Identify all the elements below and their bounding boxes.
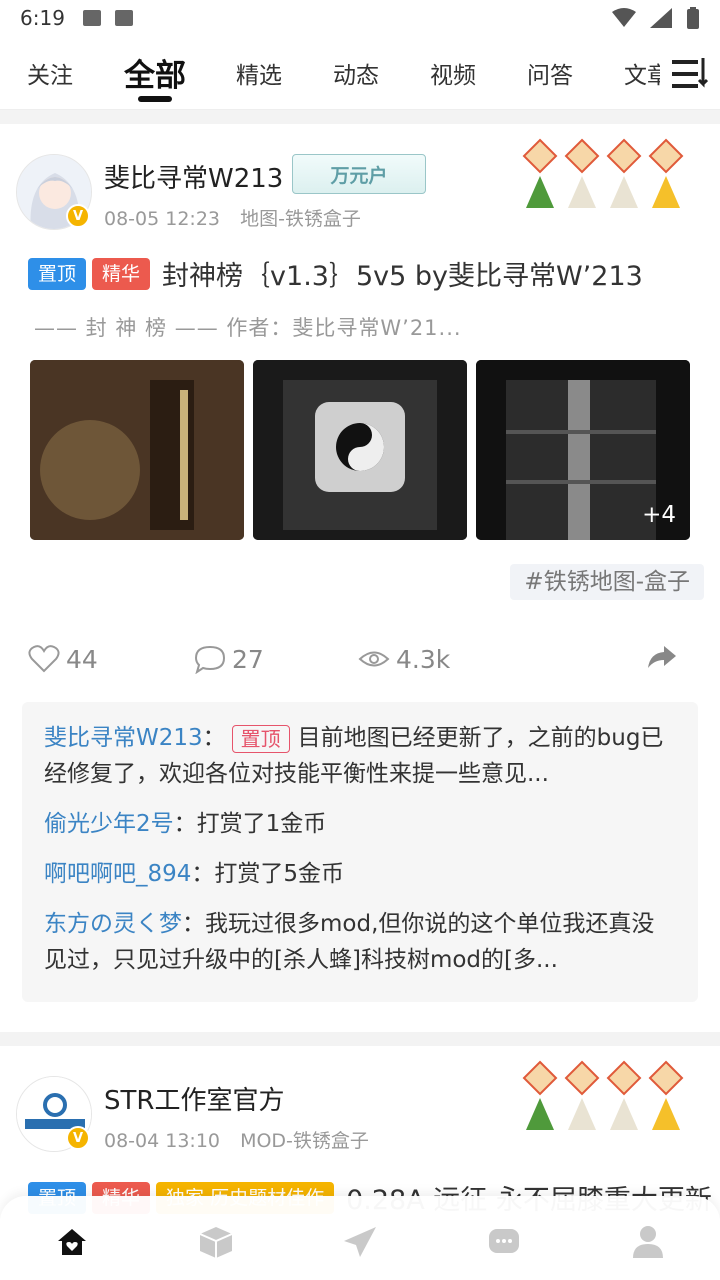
tab-all[interactable]: 全部 bbox=[124, 50, 186, 95]
rank-badge: 万元户 bbox=[292, 154, 426, 194]
comment-item[interactable]: 斐比寻常W213： 置顶 目前地图已经更新了，之前的bug已经修复了，欢迎各位对技能… bbox=[44, 720, 676, 792]
nav-profile[interactable] bbox=[628, 1222, 668, 1262]
post-title[interactable]: 封神榜｛v1.3｝5v5 by斐比寻常W’213 bbox=[162, 254, 643, 293]
pinned-tag: 置顶 bbox=[28, 257, 87, 290]
post-meta: 08-05 12:23 地图-铁锈盒子 bbox=[104, 204, 361, 231]
more-images-count: +4 bbox=[642, 502, 676, 528]
eye-icon bbox=[358, 651, 390, 667]
comment-preview-box[interactable]: 斐比寻常W213： 置顶 目前地图已经更新了，之前的bug已经修复了，欢迎各位对技能… bbox=[22, 702, 698, 1002]
menu-icon bbox=[672, 58, 708, 88]
bottom-navigation bbox=[0, 1196, 720, 1280]
heart-icon bbox=[28, 645, 60, 673]
nav-send[interactable] bbox=[340, 1222, 380, 1262]
post-board[interactable]: 地图-铁锈盒子 bbox=[240, 208, 361, 230]
festival-decoration bbox=[522, 1060, 684, 1130]
post-title-row[interactable]: 置顶 精华 封神榜｛v1.3｝5v5 by斐比寻常W’213 bbox=[28, 254, 643, 293]
tab-follow[interactable]: 关注 bbox=[27, 56, 73, 90]
comment-item[interactable]: 东方の灵く梦：我玩过很多mod,但你说的这个单位我还真没见过，只见过升级中的[杀… bbox=[44, 906, 676, 978]
share-button[interactable] bbox=[646, 644, 684, 674]
nav-messages[interactable] bbox=[484, 1222, 524, 1262]
send-icon bbox=[344, 1227, 376, 1257]
post-image-3[interactable]: +4 bbox=[476, 360, 690, 540]
tab-dynamic[interactable]: 动态 bbox=[333, 56, 379, 90]
post-stats: 44 27 4.3k bbox=[0, 644, 720, 688]
commenter-name[interactable]: 东方の灵く梦 bbox=[44, 911, 182, 937]
share-icon bbox=[648, 646, 676, 668]
user-icon bbox=[633, 1226, 663, 1258]
topic-tag[interactable]: #铁锈地图-盒子 bbox=[510, 564, 704, 600]
comment-item[interactable]: 偷光少年2号：打赏了1金币 bbox=[44, 806, 676, 842]
wifi-icon bbox=[612, 8, 636, 27]
tab-featured[interactable]: 精选 bbox=[236, 56, 282, 90]
comment-item[interactable]: 啊吧啊吧_894：打赏了5金币 bbox=[44, 856, 676, 892]
post-date: 08-04 13:10 bbox=[104, 1130, 221, 1152]
pinned-comment-badge: 置顶 bbox=[231, 724, 290, 753]
post-summary[interactable]: —— 封 神 榜 —— 作者：斐比寻常W’21... bbox=[34, 312, 462, 342]
status-time: 6:19 bbox=[20, 6, 65, 30]
commenter-name[interactable]: 斐比寻常W213 bbox=[44, 725, 203, 751]
commenter-name[interactable]: 啊吧啊吧_894 bbox=[44, 861, 191, 887]
view-count: 4.3k bbox=[396, 644, 451, 674]
verified-badge: V bbox=[66, 1126, 90, 1150]
nav-box[interactable] bbox=[196, 1222, 236, 1262]
author-name[interactable]: STR工作室官方 bbox=[104, 1080, 284, 1117]
tab-menu-button[interactable] bbox=[660, 54, 720, 94]
status-bar: 6:19 bbox=[0, 0, 720, 36]
commenter-name[interactable]: 偷光少年2号 bbox=[44, 811, 174, 837]
post-image-1[interactable] bbox=[30, 360, 244, 540]
active-tab-indicator bbox=[138, 96, 172, 102]
views-counter: 4.3k bbox=[358, 644, 450, 674]
tab-video[interactable]: 视频 bbox=[430, 56, 476, 90]
comment-text: 打赏了5金币 bbox=[214, 861, 345, 887]
nav-home[interactable] bbox=[52, 1222, 92, 1262]
elite-tag: 精华 bbox=[92, 257, 151, 290]
post-meta: 08-04 13:10 MOD-铁锈盒子 bbox=[104, 1126, 369, 1153]
post-image-2[interactable] bbox=[253, 360, 467, 540]
author-name[interactable]: 斐比寻常W213 bbox=[104, 158, 283, 195]
image-notification-icon bbox=[82, 10, 101, 26]
signal-icon bbox=[650, 8, 672, 28]
post-board[interactable]: MOD-铁锈盒子 bbox=[240, 1130, 369, 1152]
category-tabs: 关注 全部 精选 动态 视频 问答 文章 bbox=[0, 36, 720, 110]
comment-icon bbox=[194, 645, 226, 674]
chat-icon bbox=[489, 1229, 519, 1253]
home-icon bbox=[58, 1229, 86, 1255]
tab-qa[interactable]: 问答 bbox=[527, 56, 573, 90]
like-count: 44 bbox=[66, 644, 98, 674]
app-notification-icon bbox=[114, 10, 133, 26]
festival-decoration bbox=[522, 138, 684, 208]
post-card[interactable]: V 斐比寻常W213 万元户 08-05 12:23 地图-铁锈盒子 置顶 精华… bbox=[0, 124, 720, 1032]
like-button[interactable]: 44 bbox=[28, 644, 98, 674]
post-date: 08-05 12:23 bbox=[104, 208, 221, 230]
verified-badge: V bbox=[66, 204, 90, 228]
box-icon bbox=[199, 1227, 233, 1258]
comment-button[interactable]: 27 bbox=[194, 644, 264, 674]
comment-count: 27 bbox=[232, 644, 264, 674]
battery-icon bbox=[687, 7, 699, 29]
comment-text: 打赏了1金币 bbox=[196, 811, 327, 837]
